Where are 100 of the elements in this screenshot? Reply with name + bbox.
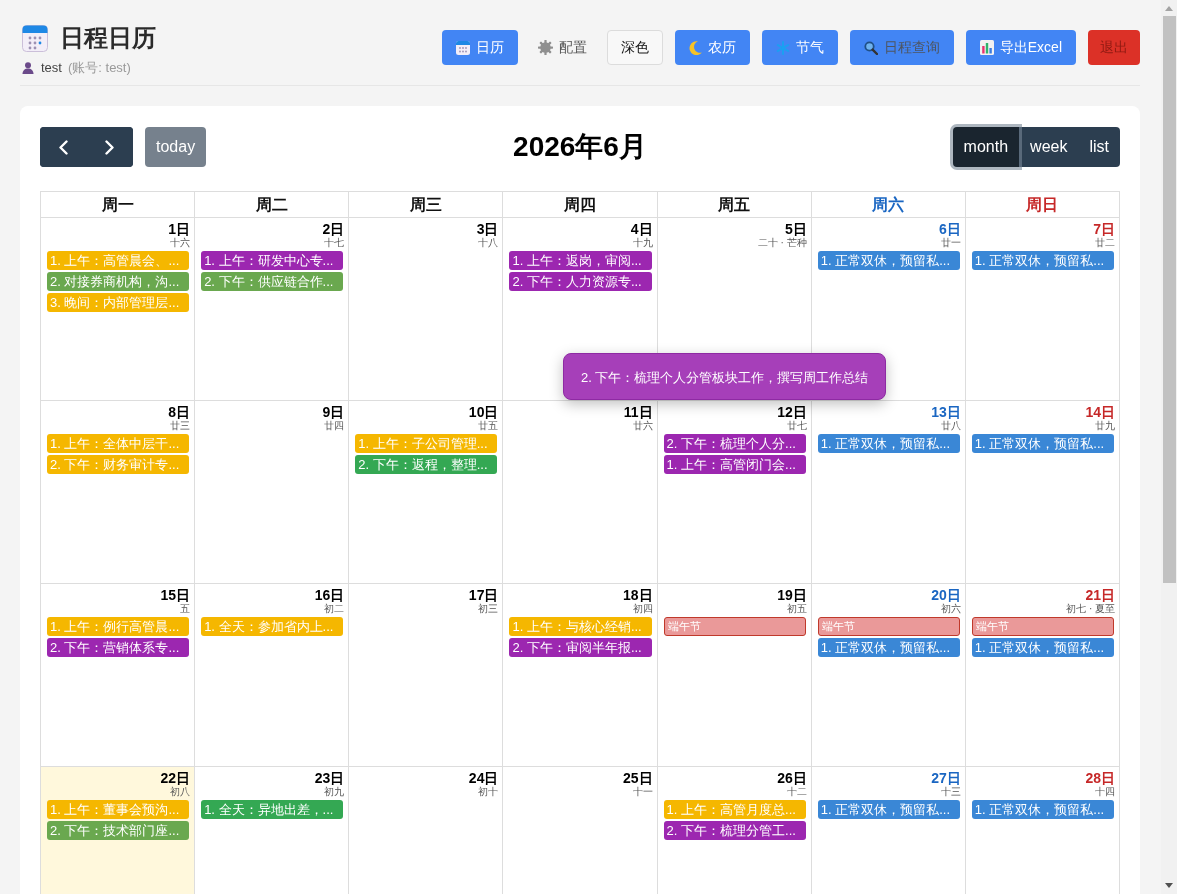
event-item[interactable]: 1. 正常双休，预留私... [971,434,1114,453]
day-number: 7日 [1093,222,1115,237]
app-title: 日程日历 [60,23,156,53]
settings-icon [537,40,553,55]
event-item[interactable]: 1. 正常双休，预留私... [817,251,960,270]
event-item[interactable]: 2. 下午：梳理个人分... [663,434,806,453]
lunar-date: 初六 [940,603,961,614]
view-tab[interactable]: list [1078,127,1120,167]
lunar-date: 廿一 [940,237,961,248]
lunar-date: 十九 [632,237,653,248]
lunar-date: 初九 [324,786,345,797]
event-item[interactable]: 2. 下午：审阅半年报... [509,638,652,657]
lunar-date: 十四 [1095,786,1115,797]
day-number: 2日 [322,222,345,237]
search-icon [863,40,878,55]
event-item[interactable]: 1. 上午：董事会预沟... [47,800,190,819]
lunar-date: 十三 [940,786,961,797]
event-item[interactable]: 2. 下午：技术部门座... [47,821,190,840]
lunar-date: 初二 [324,603,345,614]
event-item[interactable]: 1. 上午：研发中心专... [201,251,344,270]
lunar-date: 廿二 [1095,237,1115,248]
lunar-date: 廿七 [786,420,807,431]
event-item[interactable]: 1. 全天：异地出差，... [201,800,344,819]
holiday-event[interactable]: 端午节 [971,617,1114,636]
day-number: 12日 [777,405,807,420]
event-item[interactable]: 2. 对接券商机构，沟... [47,272,190,291]
holiday-event[interactable]: 端午节 [663,617,806,636]
day-number: 26日 [777,771,807,786]
event-item[interactable]: 1. 上午：返岗，审阅... [509,251,652,270]
event-item[interactable]: 2. 下午：营销体系专... [47,638,190,657]
day-number: 25日 [623,771,653,786]
lunar-date: 二十 · 芒种 [757,237,807,248]
day-number: 15日 [160,588,191,603]
down-arrow-icon[interactable] [1165,883,1173,888]
event-item[interactable]: 2. 下午：人力资源专... [509,272,652,291]
weekday-header: 周一 [40,191,195,218]
day-number: 11日 [623,405,653,420]
logout-button[interactable]: 退出 [1088,30,1140,65]
view-tab[interactable]: week [1019,127,1079,167]
event-item[interactable]: 1. 上午：高管晨会、... [47,251,190,270]
search-button[interactable]: 日程查询 [849,30,954,65]
lunar-date: 廿六 [632,420,653,431]
event-item[interactable]: 1. 上午：高管闭门会... [663,455,806,474]
day-number: 16日 [314,588,345,603]
lunar-date: 廿八 [940,420,961,431]
event-item[interactable]: 1. 上午：高管月度总... [663,800,806,819]
lunar-date: 廿五 [478,420,499,431]
day-number: 5日 [784,222,807,237]
day-number: 20日 [931,588,961,603]
event-item[interactable]: 1. 正常双休，预留私... [971,251,1114,270]
event-item[interactable]: 2. 下午：供应链合作... [201,272,344,291]
holiday-event[interactable]: 端午节 [817,617,960,636]
day-number: 17日 [468,588,499,603]
day-number: 13日 [931,405,961,420]
event-item[interactable]: 1. 正常双休，预留私... [817,800,960,819]
weekday-header: 周四 [502,191,658,218]
user-icon [22,62,34,74]
export-button[interactable]: 导出Excel [965,30,1076,65]
scrollbar-thumb[interactable] [1162,16,1176,583]
day-number: 24日 [468,771,499,786]
calendar-button[interactable]: 日历 [441,30,518,65]
lunar-date: 初八 [170,786,191,797]
event-item[interactable]: 1. 上午：与核心经销... [509,617,652,636]
event-item[interactable]: 1. 上午：子公司管理... [355,434,498,453]
event-item[interactable]: 1. 正常双休，预留私... [971,800,1114,819]
solar-terms-button[interactable]: 节气 [761,30,838,65]
weekday-header: 周三 [348,191,503,218]
chevron-right-icon [105,139,115,155]
lunar-date: 十二 [786,786,807,797]
event-item[interactable]: 1. 全天：参加省内上... [201,617,344,636]
lunar-date: 十六 [170,237,191,248]
weekday-header: 周六 [811,191,966,218]
event-item[interactable]: 1. 正常双休，预留私... [817,434,960,453]
event-tooltip: 2. 下午：梳理个人分管板块工作，撰写周工作总结 [563,353,887,400]
day-number: 1日 [168,222,191,237]
calendar-icon [455,40,470,55]
chevron-left-icon [58,139,68,155]
snowflake-icon [775,40,790,55]
settings-button[interactable]: 配置 [529,30,595,65]
day-number: 28日 [1085,771,1115,786]
event-item[interactable]: 1. 正常双休，预留私... [971,638,1114,657]
lunar-date: 初十 [478,786,499,797]
event-item[interactable]: 1. 上午：例行高管晨... [47,617,190,636]
weekday-header: 周五 [657,191,812,218]
event-item[interactable]: 3. 晚间：内部管理层... [47,293,190,312]
event-item[interactable]: 2. 下午：梳理分管工... [663,821,806,840]
weekday-header: 周日 [965,191,1120,218]
lunar-date: 五 [180,603,191,614]
bar-chart-icon [979,40,994,55]
day-number: 10日 [468,405,499,420]
event-item[interactable]: 2. 下午：财务审计专... [47,455,190,474]
event-item[interactable]: 1. 上午：全体中层干... [47,434,190,453]
event-item[interactable]: 2. 下午：返程，整理... [355,455,498,474]
moon-icon [688,40,702,55]
view-tab[interactable]: month [952,127,1020,167]
day-number: 4日 [630,222,653,237]
dark-mode-button[interactable]: 深色 [606,30,663,65]
lunar-button[interactable]: 农历 [674,30,750,65]
day-number: 6日 [939,222,961,237]
event-item[interactable]: 1. 正常双休，预留私... [817,638,960,657]
